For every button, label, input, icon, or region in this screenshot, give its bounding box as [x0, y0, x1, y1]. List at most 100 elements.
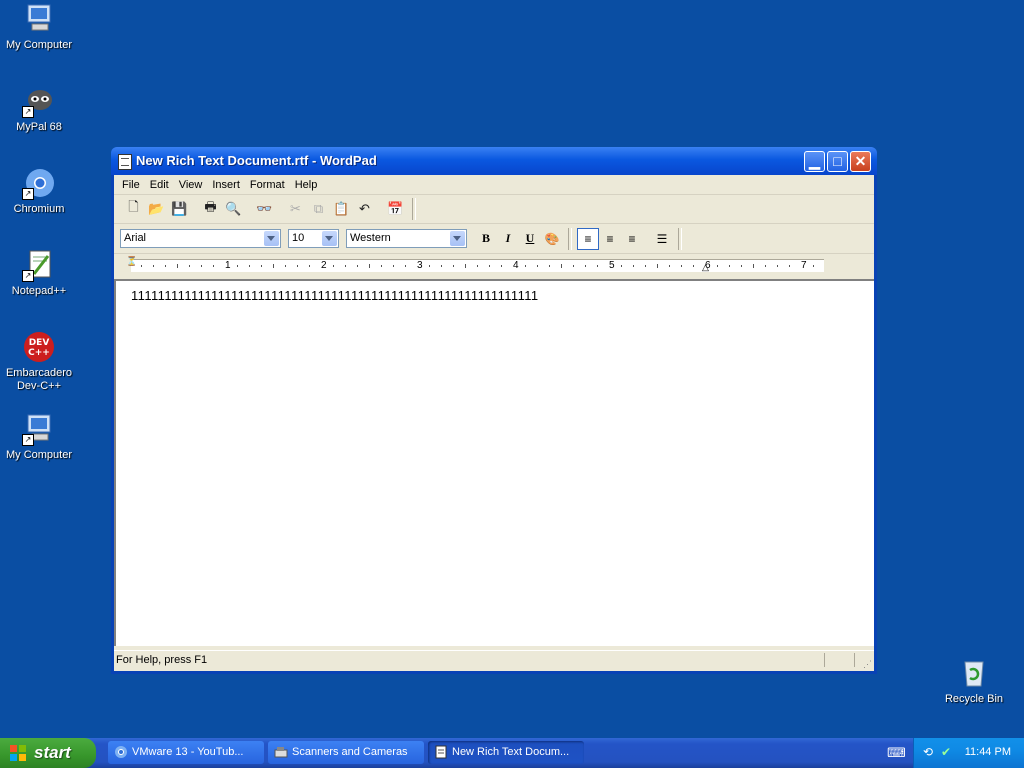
color-palette-icon[interactable]: 🎨 [541, 228, 563, 250]
font-name-value: Arial [124, 232, 147, 244]
bold-button[interactable]: B [475, 228, 497, 250]
desktop-icon-my-computer-2[interactable]: ↗ My Computer [0, 412, 78, 462]
document-text[interactable]: 1111111111111111111111111111111111111111… [131, 288, 539, 303]
ruler-tick [237, 265, 238, 267]
desktop-icon-recycle-bin[interactable]: Recycle Bin [935, 656, 1013, 706]
ruler-tick [465, 264, 466, 268]
resize-grip-icon[interactable]: ⋰ [863, 659, 872, 670]
print-preview-icon[interactable]: 🔍 [222, 198, 245, 220]
ruler-tick [753, 264, 754, 268]
ruler-tick [297, 265, 298, 267]
desktop-icon-my-computer[interactable]: My Computer [0, 2, 78, 52]
chevron-down-icon[interactable] [450, 231, 465, 246]
print-icon[interactable]: 🖶 [199, 198, 222, 220]
scanner-icon [274, 745, 288, 759]
font-name-select[interactable]: Arial [120, 229, 281, 248]
ruler-tick [285, 265, 286, 267]
open-folder-icon[interactable]: 📂 [145, 198, 168, 220]
ruler-tick [777, 265, 778, 267]
paste-icon[interactable]: 📋 [330, 198, 353, 220]
desktop-icon-devcpp[interactable]: DEV C++ Embarcadero Dev-C++ [0, 330, 78, 393]
align-left-icon[interactable]: ≡ [577, 227, 599, 250]
font-size-select[interactable]: 10 [288, 229, 339, 248]
ruler-tick [693, 265, 694, 267]
my-computer-icon [22, 2, 56, 36]
cut-icon[interactable]: ✂ [284, 198, 307, 220]
italic-button[interactable]: I [497, 228, 519, 250]
ruler-tick [141, 265, 142, 267]
taskbar-item-label: Scanners and Cameras [292, 746, 408, 758]
ruler-tick [741, 265, 742, 267]
ruler-tick [633, 265, 634, 267]
left-indent-marker-icon[interactable]: ⏳ [126, 256, 137, 267]
ruler-tick [333, 265, 334, 267]
ruler-number: 3 [417, 260, 423, 271]
undo-icon[interactable]: ↶ [353, 198, 376, 220]
menu-view[interactable]: View [174, 179, 208, 191]
ruler-tick [549, 265, 550, 267]
find-icon[interactable]: 👓 [253, 198, 276, 220]
desktop-icon-notepadpp[interactable]: ↗ Notepad++ [0, 248, 78, 298]
desktop-icon-mypal[interactable]: ↗ MyPal 68 [0, 84, 78, 134]
tray-icon-safely-remove[interactable]: ✔ [941, 745, 951, 759]
tray-icon-network[interactable]: ⟲ [923, 745, 933, 759]
underline-button[interactable]: U [519, 228, 541, 250]
ruler-tick [177, 264, 178, 268]
date-time-icon[interactable]: 📅 [384, 198, 407, 220]
chevron-down-icon[interactable] [264, 231, 279, 246]
ruler-tick [201, 265, 202, 267]
menu-format[interactable]: Format [245, 179, 290, 191]
align-center-icon[interactable]: ≡ [599, 228, 621, 250]
desktop-icon-label: Chromium [13, 203, 65, 215]
maximize-button[interactable]: □ [827, 151, 848, 172]
ruler-tick [645, 265, 646, 267]
menu-insert[interactable]: Insert [207, 179, 245, 191]
desktop-icon-chromium[interactable]: ↗ Chromium [0, 166, 78, 216]
taskbar-item-scanners[interactable]: Scanners and Cameras [268, 741, 424, 764]
ruler-tick [621, 265, 622, 267]
ruler-number: 5 [609, 260, 615, 271]
menu-bar: File Edit View Insert Format Help [114, 175, 874, 195]
wordpad-icon[interactable] [118, 154, 132, 170]
ruler-tick [429, 265, 430, 267]
ruler-tick [525, 265, 526, 267]
chevron-down-icon[interactable] [322, 231, 337, 246]
minimize-button[interactable]: ▁ [804, 151, 825, 172]
taskbar-item-wordpad[interactable]: New Rich Text Docum... [428, 741, 584, 764]
shortcut-arrow-icon: ↗ [22, 270, 34, 282]
ruler-tick [573, 265, 574, 267]
menu-help[interactable]: Help [290, 179, 323, 191]
ruler-tick [813, 265, 814, 267]
svg-text:C++: C++ [28, 348, 50, 358]
keyboard-icon[interactable]: ⌨ [887, 745, 906, 761]
ruler-tick [585, 265, 586, 267]
start-button[interactable]: start [0, 738, 96, 768]
toolbar-separator [412, 198, 416, 220]
font-script-select[interactable]: Western [346, 229, 467, 248]
menu-edit[interactable]: Edit [145, 179, 174, 191]
save-icon[interactable]: 💾 [168, 198, 191, 220]
right-indent-marker-icon[interactable]: △ [702, 262, 709, 273]
taskbar-item-vmware[interactable]: VMware 13 - YouTub... [108, 741, 264, 764]
ruler-tick [765, 265, 766, 267]
ruler-tick [213, 265, 214, 267]
new-document-icon[interactable]: 🗋 [122, 198, 145, 220]
svg-text:DEV: DEV [29, 338, 50, 348]
mypal-icon: ↗ [22, 84, 56, 118]
ruler-tick [441, 265, 442, 267]
ruler-track[interactable]: 1 2 3 4 5 6 7 ⏳ △ [126, 256, 824, 273]
document-editor[interactable]: 1111111111111111111111111111111111111111… [114, 279, 874, 646]
close-button[interactable]: ✕ [850, 151, 871, 172]
copy-icon[interactable]: ⧉ [307, 198, 330, 220]
ruler-tick [357, 265, 358, 267]
clock[interactable]: 11:44 PM [965, 746, 1011, 758]
toolbar-separator [568, 227, 572, 250]
align-right-icon[interactable]: ≡ [621, 228, 643, 250]
my-computer-icon: ↗ [22, 412, 56, 446]
ruler[interactable]: 1 2 3 4 5 6 7 ⏳ △ [114, 254, 874, 281]
chromium-icon: ↗ [22, 166, 56, 200]
bullets-icon[interactable]: ☰ [651, 228, 673, 250]
menu-file[interactable]: File [117, 179, 145, 191]
notepadpp-icon: ↗ [22, 248, 56, 282]
title-bar[interactable]: New Rich Text Document.rtf - WordPad ▁ □… [111, 147, 877, 175]
